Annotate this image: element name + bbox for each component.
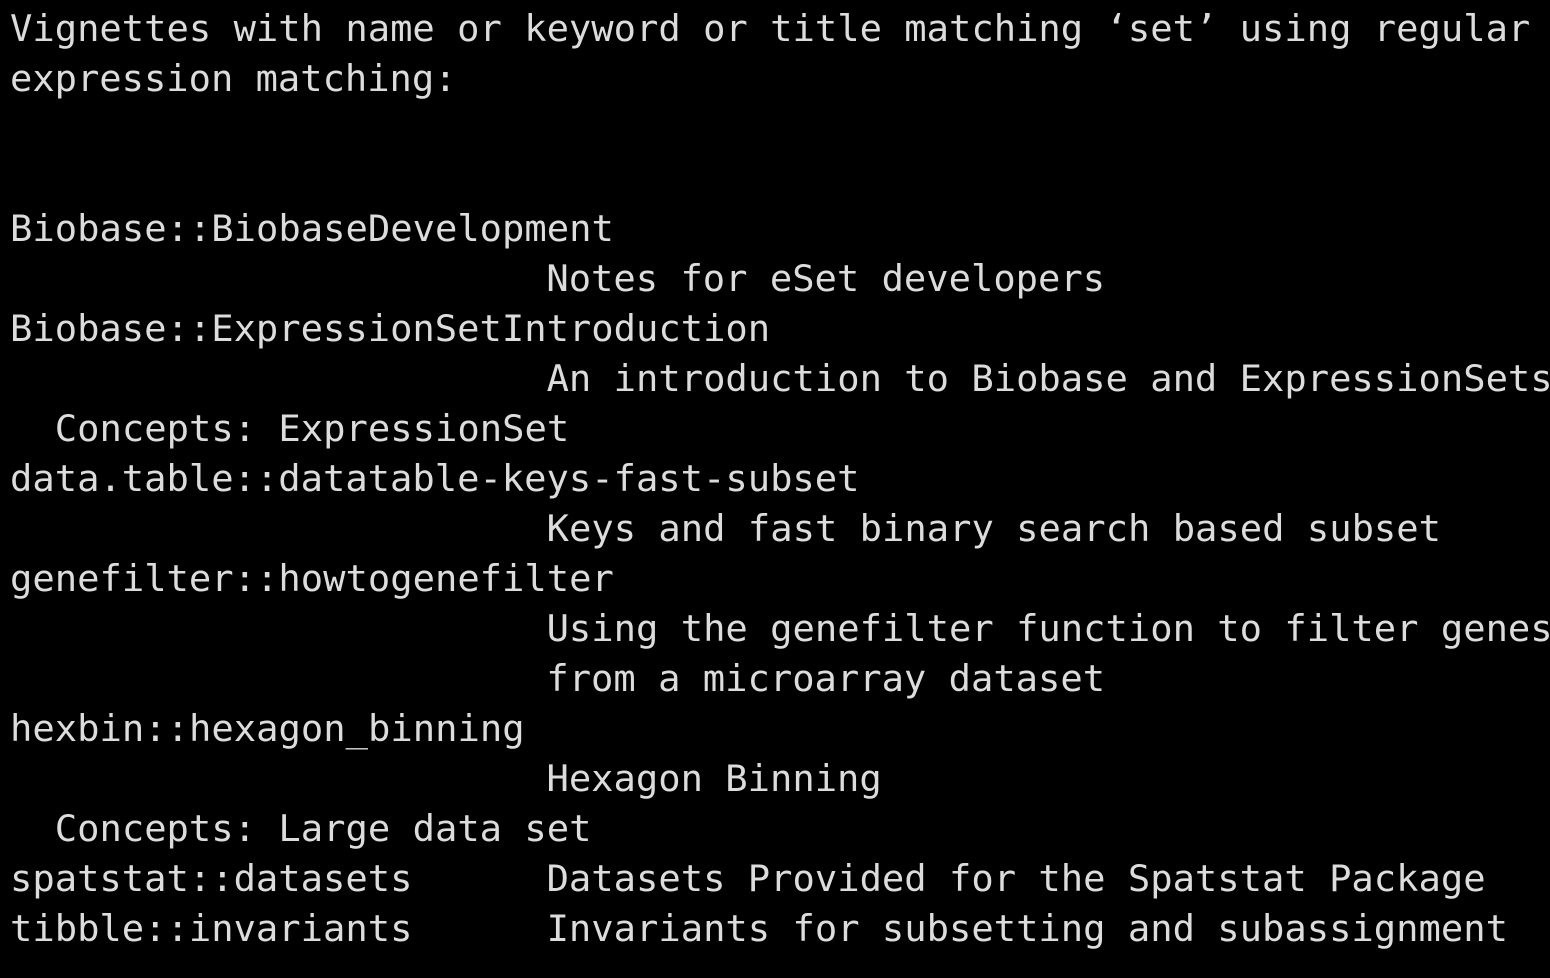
vignette-name-line: genefilter::howtogenefilter [10,557,614,600]
vignette-concepts-line: Concepts: Large data set [10,807,592,850]
header-line: expression matching: [10,57,457,100]
terminal-window[interactable]: Vignettes with name or keyword or title … [0,0,1550,978]
vignette-name-line: Biobase::ExpressionSetIntroduction [10,307,771,350]
vignette-title-line: Hexagon Binning [10,757,882,800]
vignette-name-line: hexbin::hexagon_binning [10,707,525,750]
vignette-title-line: Using the genefilter function to filter … [10,607,1550,650]
vignette-title-line: Keys and fast binary search based subset [10,507,1442,550]
vignette-title-line: Notes for eSet developers [10,257,1106,300]
vignette-concepts-line: Concepts: ExpressionSet [10,407,570,450]
vignette-name-line: data.table::datatable-keys-fast-subset [10,457,860,500]
vignette-title-line: from a microarray dataset [10,657,1106,700]
vignette-name-line: Biobase::BiobaseDevelopment [10,207,614,250]
vignette-entry-line: tibble::invariants Invariants for subset… [10,907,1508,950]
header-line: Vignettes with name or keyword or title … [10,7,1531,50]
vignette-entry-line: spatstat::datasets Datasets Provided for… [10,857,1486,900]
vignette-title-line: An introduction to Biobase and Expressio… [10,357,1550,400]
